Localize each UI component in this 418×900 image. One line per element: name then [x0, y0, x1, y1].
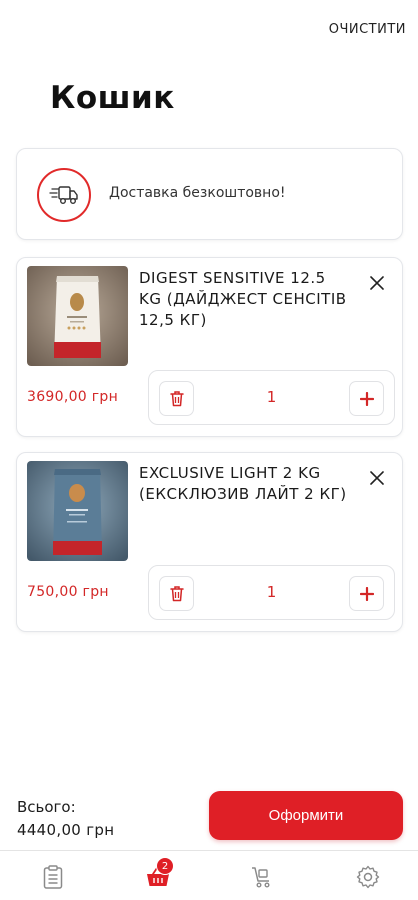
clear-cart-button[interactable]: ОЧИСТИТИ [329, 22, 406, 37]
cart-count-badge: 2 [156, 857, 174, 875]
cart-item: EXCLUSIVE LIGHT 2 KG (ЕКСКЛЮЗИВ ЛАЙТ 2 К… [16, 452, 403, 632]
total-label: Всього: [17, 798, 76, 816]
product-price: 3690,00 грн [27, 389, 119, 405]
product-name: DIGEST SENSITIVE 12.5 KG (ДАЙДЖЕСТ СЕНСІ… [139, 269, 347, 329]
checkout-button[interactable]: Оформити [209, 791, 403, 840]
delivery-truck-icon [37, 168, 91, 222]
product-image [27, 266, 128, 366]
quantity-stepper: 1 [148, 370, 395, 425]
page-title: Кошик [50, 80, 175, 116]
catalog-icon[interactable] [248, 863, 276, 891]
product-price: 750,00 грн [27, 584, 109, 600]
plus-icon[interactable] [349, 576, 384, 611]
close-icon[interactable] [368, 469, 386, 487]
cart-item: DIGEST SENSITIVE 12.5 KG (ДАЙДЖЕСТ СЕНСІ… [16, 257, 403, 437]
product-image [27, 461, 128, 561]
product-name: EXCLUSIVE LIGHT 2 KG (ЕКСКЛЮЗИВ ЛАЙТ 2 К… [139, 464, 347, 503]
delivery-info-card: Доставка безкоштовно! [16, 148, 403, 240]
orders-icon[interactable] [39, 863, 67, 891]
settings-icon[interactable] [354, 863, 382, 891]
close-icon[interactable] [368, 274, 386, 292]
delivery-text: Доставка безкоштовно! [109, 185, 286, 201]
total-value: 4440,00 грн [17, 821, 115, 839]
plus-icon[interactable] [349, 381, 384, 416]
bottom-nav [0, 850, 418, 900]
quantity-stepper: 1 [148, 565, 395, 620]
